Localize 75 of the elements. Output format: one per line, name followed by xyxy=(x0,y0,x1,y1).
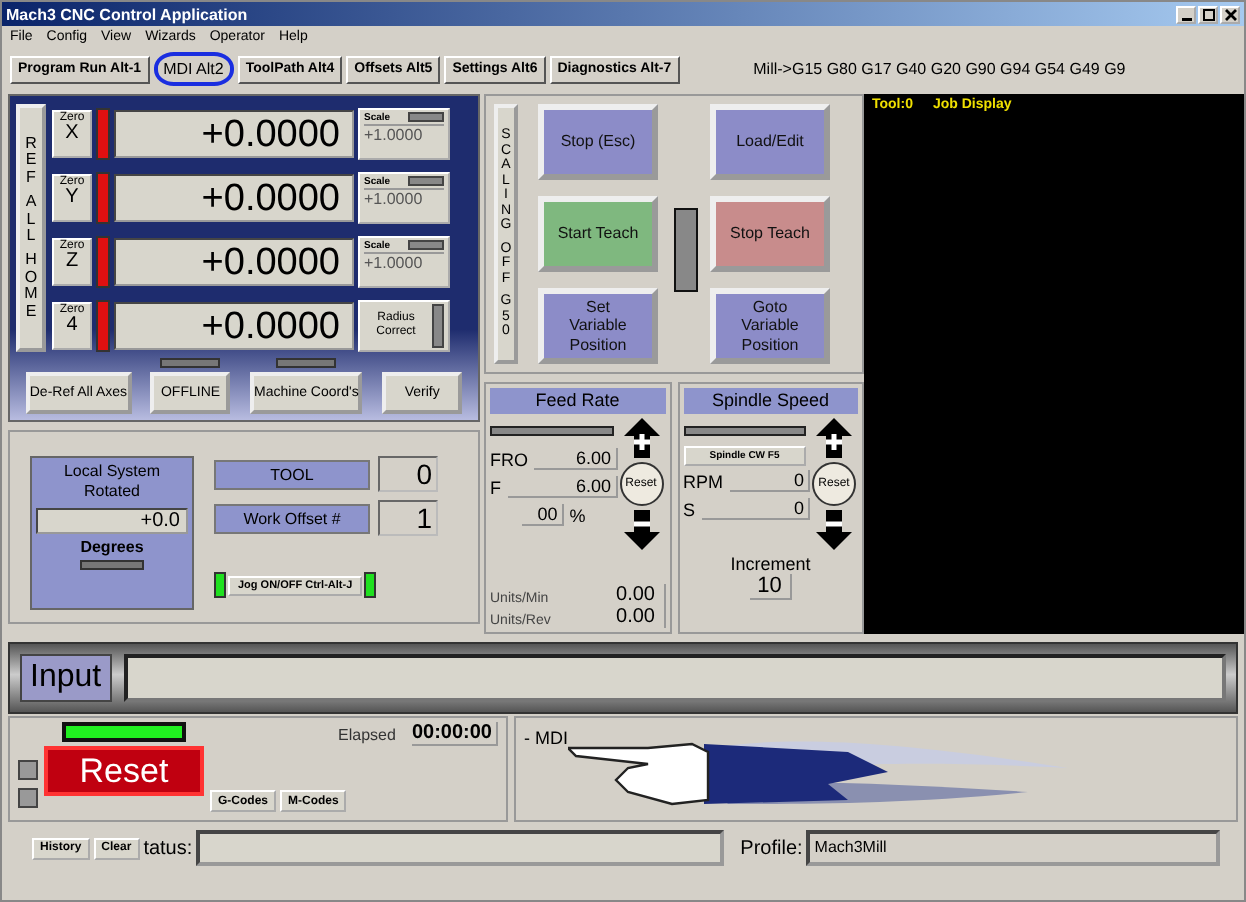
units-rev-readout: 0.00 xyxy=(616,606,665,628)
minimize-button[interactable] xyxy=(1176,5,1196,23)
window-title: Mach3 CNC Control Application xyxy=(6,5,248,23)
spindle-s-readout: 0 xyxy=(701,498,810,520)
control-button[interactable]: Stop Teach xyxy=(710,196,830,272)
profile-field: Mach3Mill xyxy=(806,830,1220,866)
minus-arrow-icon[interactable] xyxy=(623,510,659,550)
control-button[interactable]: Set Variable Position xyxy=(538,288,658,364)
tool-label: TOOL xyxy=(214,459,370,489)
degrees-label: Degrees xyxy=(80,537,144,556)
control-button[interactable]: Start Teach xyxy=(538,196,658,272)
feed-readout: 6.00 xyxy=(507,476,617,498)
scale-value: +1.0000 xyxy=(364,187,444,207)
close-icon xyxy=(1223,7,1237,21)
axis-readout: +0.0000 xyxy=(114,173,354,221)
scale-led xyxy=(408,112,444,122)
spindle-bar xyxy=(683,426,806,436)
tool-readout: 0 xyxy=(378,456,438,492)
scale-led xyxy=(408,176,444,186)
modal-codes: Mill->G15 G80 G17 G40 G20 G90 G94 G54 G49 G9 xyxy=(753,60,1126,78)
rpm-readout: 0 xyxy=(729,470,810,492)
scale-led xyxy=(408,240,444,250)
increment-readout: 10 xyxy=(749,574,792,600)
reset-button[interactable]: Reset xyxy=(44,746,204,796)
scale-value: +1.0000 xyxy=(364,251,444,271)
teach-led xyxy=(674,208,698,292)
elapsed-time: 00:00:00 xyxy=(411,722,498,746)
work-offset-label: Work Offset # xyxy=(214,503,370,533)
control-button[interactable]: Goto Variable Position xyxy=(710,288,830,364)
elapsed-label: Elapsed xyxy=(338,725,396,743)
maximize-button[interactable] xyxy=(1198,5,1218,23)
rotation-readout: +0.0 xyxy=(36,507,188,534)
axis-readout: +0.0000 xyxy=(114,109,354,157)
scale-value: +1.0000 xyxy=(364,123,444,143)
indicator-square xyxy=(18,788,38,808)
axis-readout: +0.0000 xyxy=(114,301,354,349)
status-label: tatus: xyxy=(143,837,193,859)
axis-led xyxy=(96,171,110,223)
local-system-title: Local System Rotated xyxy=(61,462,163,504)
percent-readout: 00 xyxy=(521,504,564,526)
tab[interactable]: MDI Alt2 xyxy=(153,52,234,86)
radius-led xyxy=(432,303,444,347)
feed-bar xyxy=(490,426,613,436)
percent-label: % xyxy=(569,505,586,525)
mode-label: - MDI xyxy=(524,728,568,748)
rpm-label: RPM xyxy=(683,471,723,491)
fro-label: FRO xyxy=(490,449,528,469)
mdi-input-field[interactable] xyxy=(123,654,1226,702)
work-offset-readout: 1 xyxy=(378,500,438,536)
increment-label: Increment xyxy=(730,554,811,574)
close-button[interactable] xyxy=(1220,5,1240,23)
axis-led xyxy=(96,299,110,351)
ref-all-home-button[interactable]: REF ALL HOME xyxy=(16,104,46,352)
rotation-led xyxy=(80,559,144,570)
indicator-square xyxy=(18,760,38,780)
maximize-icon xyxy=(1201,7,1215,21)
units-min-readout: 0.00 xyxy=(616,584,665,606)
control-button[interactable]: Stop (Esc) xyxy=(538,104,658,180)
jog-led xyxy=(214,572,226,598)
reset-led xyxy=(62,722,186,742)
profile-label: Profile: xyxy=(740,837,803,859)
axis-led xyxy=(96,235,110,287)
control-button[interactable]: Load/Edit xyxy=(710,104,830,180)
plus-arrow-icon[interactable] xyxy=(816,418,852,458)
spindle-speed-title: Spindle Speed xyxy=(683,388,858,414)
plus-arrow-icon[interactable] xyxy=(623,418,659,458)
feed-label: F xyxy=(490,477,501,497)
input-label: Input xyxy=(20,654,112,702)
axis-readout: +0.0000 xyxy=(114,237,354,285)
feed-rate-title: Feed Rate xyxy=(490,388,665,414)
jog-led xyxy=(364,572,377,598)
spindle-s-label: S xyxy=(683,499,696,519)
axis-led xyxy=(96,107,110,159)
minus-arrow-icon[interactable] xyxy=(816,510,852,550)
fro-readout: 6.00 xyxy=(534,448,617,470)
